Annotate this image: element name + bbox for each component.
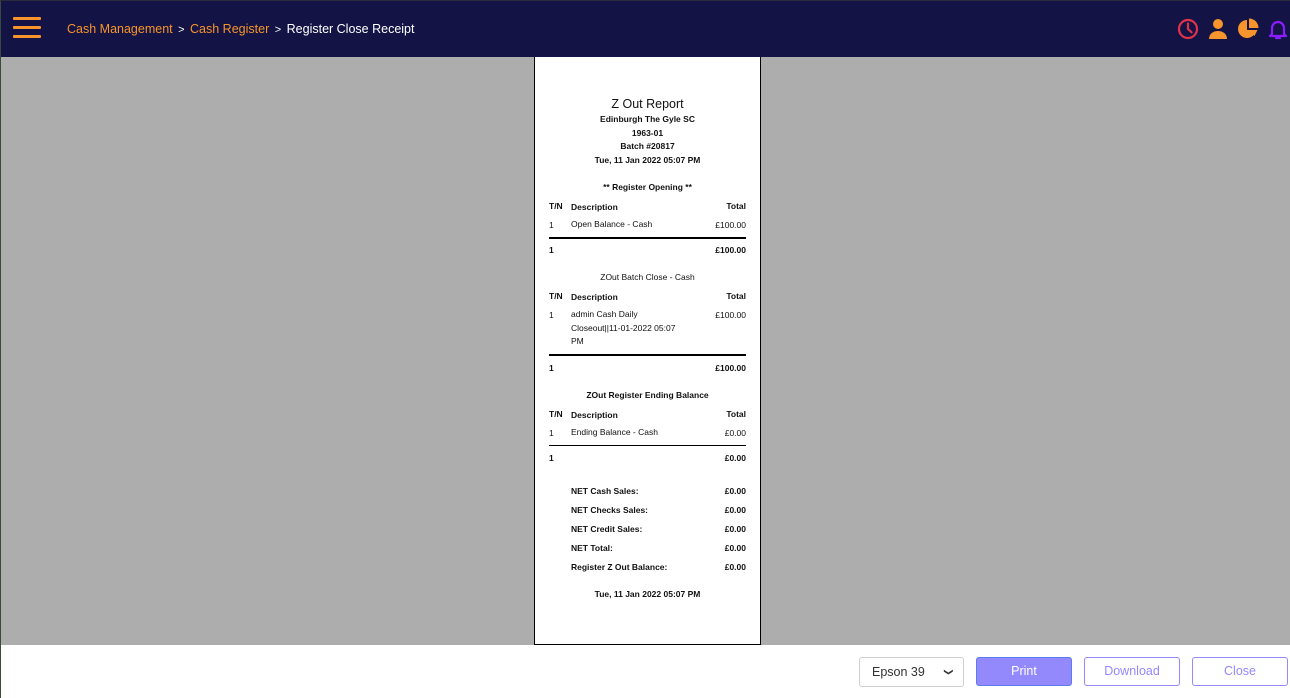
- close-button[interactable]: Close: [1192, 657, 1288, 686]
- printer-selected-value: Epson 39: [872, 665, 925, 679]
- col-description: Description: [571, 202, 618, 212]
- col-tn: T/N: [549, 291, 563, 301]
- hamburger-line: [13, 35, 41, 38]
- summary-total: £100.00: [715, 363, 746, 373]
- total-label: NET Cash Sales:: [571, 486, 639, 496]
- net-credit-sales: NET Credit Sales: £0.00: [571, 524, 746, 534]
- col-tn: T/N: [549, 201, 563, 211]
- row-total: £100.00: [715, 310, 746, 320]
- header-icons: [1170, 17, 1290, 41]
- footer-datetime: Tue, 11 Jan 2022 05:07 PM: [594, 589, 701, 599]
- net-total: NET Total: £0.00: [571, 543, 746, 553]
- net-cash-sales: NET Cash Sales: £0.00: [571, 486, 746, 496]
- breadcrumb-separator: >: [274, 24, 282, 36]
- breadcrumb-separator: >: [178, 24, 185, 36]
- breadcrumb-current-page: Register Close Receipt: [286, 22, 415, 36]
- total-value: £0.00: [724, 543, 746, 553]
- row-total: £100.00: [715, 220, 746, 230]
- report-datetime: Tue, 11 Jan 2022 05:07 PM: [594, 155, 701, 165]
- col-description: Description: [571, 292, 618, 302]
- clock-icon[interactable]: [1176, 17, 1200, 41]
- total-value: £0.00: [724, 505, 746, 515]
- row-description: Open Balance - Cash: [571, 219, 653, 229]
- divider: [549, 445, 746, 446]
- action-footer: Epson 39 ❯ Print Download Close: [0, 645, 1290, 698]
- row-tn: 1: [549, 220, 554, 230]
- row-description: Ending Balance - Cash: [571, 427, 658, 437]
- hamburger-menu-icon[interactable]: [13, 17, 41, 41]
- total-value: £0.00: [724, 524, 746, 534]
- divider: [549, 237, 746, 239]
- user-icon[interactable]: [1206, 17, 1230, 41]
- col-total: Total: [726, 201, 746, 211]
- summary-total: £100.00: [715, 245, 746, 255]
- printer-select[interactable]: Epson 39 ❯: [859, 657, 964, 687]
- section-title: ZOut Batch Close - Cash: [600, 272, 695, 282]
- breadcrumb-cash-register[interactable]: Cash Register: [190, 22, 269, 36]
- total-value: £0.00: [724, 486, 746, 496]
- section-title: ZOut Register Ending Balance: [586, 390, 709, 400]
- summary-count: 1: [549, 453, 554, 463]
- hamburger-line: [13, 26, 41, 29]
- col-tn: T/N: [549, 409, 563, 419]
- col-total: Total: [726, 291, 746, 301]
- row-total: £0.00: [724, 428, 746, 438]
- store-name: Edinburgh The Gyle SC: [600, 114, 695, 124]
- total-label: NET Total:: [571, 543, 613, 553]
- register-id: 1963-01: [631, 128, 664, 138]
- bell-icon[interactable]: [1266, 17, 1290, 41]
- row-description: admin Cash Daily Closeout||11-01-2022 05…: [571, 309, 676, 346]
- total-label: NET Credit Sales:: [571, 524, 643, 534]
- receipt: Z Out Report Edinburgh The Gyle SC 1963-…: [534, 57, 761, 645]
- col-description: Description: [571, 410, 618, 420]
- breadcrumb-cash-management[interactable]: Cash Management: [67, 22, 173, 36]
- row-tn: 1: [549, 428, 554, 438]
- chevron-down-icon: ❯: [944, 668, 955, 676]
- row-tn: 1: [549, 310, 554, 320]
- download-button[interactable]: Download: [1084, 657, 1180, 686]
- receipt-preview-area: Z Out Report Edinburgh The Gyle SC 1963-…: [0, 57, 1290, 645]
- total-label: NET Checks Sales:: [571, 505, 649, 515]
- pie-chart-icon[interactable]: [1236, 17, 1260, 41]
- hamburger-line: [13, 17, 41, 20]
- total-label: Register Z Out Balance:: [571, 562, 668, 572]
- print-button[interactable]: Print: [976, 657, 1072, 686]
- net-checks-sales: NET Checks Sales: £0.00: [571, 505, 746, 515]
- summary-count: 1: [549, 363, 554, 373]
- divider: [549, 354, 746, 356]
- register-z-out-balance: Register Z Out Balance: £0.00: [571, 562, 746, 572]
- total-value: £0.00: [724, 562, 746, 572]
- col-total: Total: [726, 409, 746, 419]
- top-navigation-bar: Cash Management > Cash Register > Regist…: [0, 0, 1290, 57]
- summary-total: £0.00: [724, 453, 746, 463]
- receipt-title: Z Out Report: [611, 97, 684, 111]
- summary-count: 1: [549, 245, 554, 255]
- batch-number: Batch #20817: [620, 141, 675, 151]
- breadcrumb: Cash Management > Cash Register > Regist…: [67, 22, 414, 36]
- section-title: ** Register Opening **: [603, 182, 692, 192]
